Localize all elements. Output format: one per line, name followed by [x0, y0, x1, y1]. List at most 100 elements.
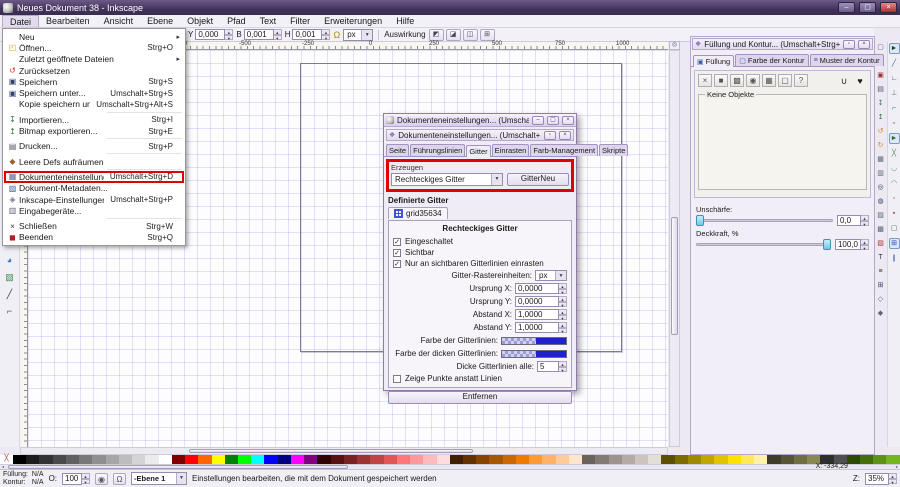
- palette-swatch[interactable]: [291, 455, 304, 464]
- palette-swatch[interactable]: [26, 455, 39, 464]
- palette-swatch[interactable]: [212, 455, 225, 464]
- palette-swatch[interactable]: [767, 455, 780, 464]
- grid-color-swatch[interactable]: [501, 350, 567, 358]
- y-field[interactable]: 0,000 ▲▼: [195, 29, 233, 40]
- palette-swatch[interactable]: [463, 455, 476, 464]
- zoom-drawing-icon[interactable]: ◎: [875, 182, 886, 193]
- print-icon[interactable]: ▤: [875, 84, 886, 95]
- opacity-spin[interactable]: 100,0 ▲▼: [835, 239, 869, 250]
- layers-dialog-icon[interactable]: ◆: [875, 308, 886, 319]
- menu-datei[interactable]: Datei: [2, 15, 39, 27]
- palette-swatch[interactable]: [754, 455, 767, 464]
- palette-swatch[interactable]: [159, 455, 172, 464]
- palette-swatch[interactable]: [344, 455, 357, 464]
- palette-swatch[interactable]: [172, 455, 185, 464]
- menu-hilfe[interactable]: Hilfe: [389, 15, 421, 27]
- affect-scale-icon[interactable]: ◪: [446, 29, 461, 41]
- checkbox-row[interactable]: ✓ Nur an sichtbaren Gitterlinien einrast…: [393, 258, 567, 269]
- menu-item-eingabegeraete[interactable]: ▥ Eingabegeräte...: [4, 205, 184, 216]
- opacity-slider[interactable]: [696, 239, 831, 250]
- layer-visibility-toggle-icon[interactable]: ◉: [95, 473, 108, 485]
- menu-item-kopie-speichern[interactable]: Kopie speichern unter... Umschalt+Strg+A…: [4, 99, 184, 110]
- palette-swatch[interactable]: [635, 455, 648, 464]
- snap-bbox-center-icon[interactable]: ▫: [889, 118, 900, 129]
- menu-item-zuletzt-geoeffnete[interactable]: Zuletzt geöffnete Dateien ▸: [4, 54, 184, 65]
- palette-swatch[interactable]: [145, 455, 158, 464]
- scrollbar-thumb[interactable]: [671, 217, 678, 336]
- palette-swatch[interactable]: [92, 455, 105, 464]
- vertical-scrollbar[interactable]: [669, 50, 680, 447]
- snap-midpoint-icon[interactable]: ▪: [889, 208, 900, 219]
- palette-swatch[interactable]: [582, 455, 595, 464]
- menu-item-importieren[interactable]: ↧ Importieren... Strg+I: [4, 114, 184, 125]
- grid-color-swatch[interactable]: [501, 337, 567, 345]
- grid-entry-tab[interactable]: grid35634: [388, 207, 448, 219]
- palette-swatch[interactable]: [516, 455, 529, 464]
- palette-swatch[interactable]: [728, 455, 741, 464]
- group-icon[interactable]: ▩: [875, 224, 886, 235]
- palette-swatch[interactable]: [106, 455, 119, 464]
- palette-swatch[interactable]: [661, 455, 674, 464]
- snap-enable-icon[interactable]: ►: [889, 43, 900, 54]
- menu-erweiterungen[interactable]: Erweiterungen: [317, 15, 389, 27]
- menu-item-inkscape-einstellungen[interactable]: ◈ Inkscape-Einstellungen... Umschalt+Str…: [4, 194, 184, 205]
- undo-icon[interactable]: ↺: [875, 126, 886, 137]
- snap-bbox-edge-icon[interactable]: ∟: [889, 73, 900, 84]
- palette-swatch[interactable]: [542, 455, 555, 464]
- palette-swatch[interactable]: [13, 455, 26, 464]
- palette-swatch[interactable]: [278, 455, 291, 464]
- spin-field[interactable]: 0,0000 ▲▼: [515, 283, 567, 294]
- palette-swatch[interactable]: [198, 455, 211, 464]
- palette-swatch[interactable]: [185, 455, 198, 464]
- panel-close-button[interactable]: ×: [858, 40, 870, 49]
- snap-grid-icon[interactable]: ⊞: [889, 238, 900, 249]
- affect-corners-icon[interactable]: ◫: [463, 29, 478, 41]
- snap-guide-icon[interactable]: ∥: [889, 253, 900, 264]
- menu-pfad[interactable]: Pfad: [220, 15, 253, 27]
- tab-muster-der-kontur[interactable]: ≡ Muster der Kontur: [810, 54, 884, 66]
- palette-swatch[interactable]: [423, 455, 436, 464]
- palette-swatch[interactable]: [251, 455, 264, 464]
- palette-swatch[interactable]: [450, 455, 463, 464]
- palette-swatch[interactable]: [437, 455, 450, 464]
- layer-lock-toggle-icon[interactable]: Ω: [113, 473, 126, 485]
- unknown-paint-icon[interactable]: ?: [794, 74, 808, 87]
- palette-swatch[interactable]: [595, 455, 608, 464]
- checkbox-unchecked[interactable]: [393, 375, 401, 383]
- palette-swatch[interactable]: [119, 455, 132, 464]
- no-color-swatch[interactable]: ╳: [0, 455, 13, 464]
- fill-stroke-dialog-icon[interactable]: ▧: [875, 238, 886, 249]
- panel-dock-button[interactable]: ▫: [843, 40, 855, 49]
- palette-swatch[interactable]: [873, 455, 886, 464]
- blur-slider[interactable]: [696, 215, 833, 226]
- radial-gradient-icon[interactable]: ◉: [746, 74, 760, 87]
- palette-swatch[interactable]: [794, 455, 807, 464]
- dialog-tab[interactable]: Gitter: [466, 145, 490, 157]
- affect-gradients-icon[interactable]: ⊞: [480, 29, 495, 41]
- palette-swatch[interactable]: [410, 455, 423, 464]
- lock-ratio-icon[interactable]: Ω: [333, 30, 340, 40]
- dialog-tab[interactable]: Seite: [386, 144, 409, 156]
- checkbox[interactable]: ✓: [393, 238, 401, 246]
- panel-close-button[interactable]: ×: [559, 131, 571, 140]
- palette-swatch[interactable]: [53, 455, 66, 464]
- dialog-close-button[interactable]: ×: [562, 116, 574, 125]
- blur-spin[interactable]: 0,0 ▲▼: [837, 215, 869, 226]
- paste-icon[interactable]: ▥: [875, 168, 886, 179]
- panel-dock-button[interactable]: ▫: [544, 131, 556, 140]
- palette-swatch[interactable]: [79, 455, 92, 464]
- menu-bearbeiten[interactable]: Bearbeiten: [39, 15, 97, 27]
- flat-color-icon[interactable]: ■: [714, 74, 728, 87]
- snap-path-intersection-icon[interactable]: ◡: [889, 163, 900, 174]
- palette-swatch[interactable]: [556, 455, 569, 464]
- object-opacity-spin[interactable]: 100 ▲▼: [62, 473, 90, 485]
- menu-objekt[interactable]: Objekt: [180, 15, 220, 27]
- duplicate-icon[interactable]: ▨: [875, 210, 886, 221]
- palette-swatch[interactable]: [317, 455, 330, 464]
- menu-item-drucken[interactable]: ▤ Drucken... Strg+P: [4, 141, 184, 152]
- palette-swatch[interactable]: [225, 455, 238, 464]
- dialog-minimize-button[interactable]: ‒: [532, 116, 544, 125]
- minimize-button[interactable]: ‒: [838, 2, 855, 13]
- palette-swatch[interactable]: [503, 455, 516, 464]
- palette-swatch[interactable]: [714, 455, 727, 464]
